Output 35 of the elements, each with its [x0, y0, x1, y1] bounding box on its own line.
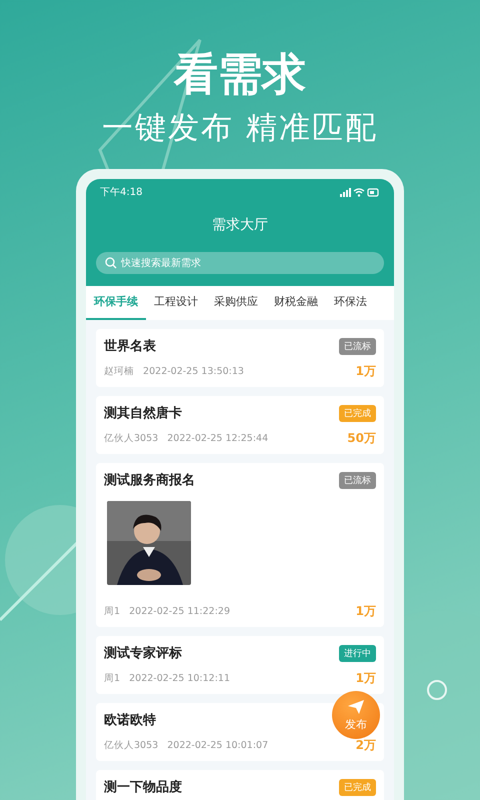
status-badge: 已流标: [339, 338, 376, 354]
status-badge: 进行中: [339, 644, 376, 662]
amount: 50万: [347, 430, 376, 447]
status-badge: 已完成: [339, 778, 376, 796]
search-input[interactable]: 快速搜索最新需求: [121, 255, 375, 271]
amount: 2万: [356, 737, 376, 754]
status-badge: 已完成: [339, 404, 376, 422]
amount: 1万: [356, 670, 376, 687]
category-tab[interactable]: 环保法: [326, 286, 375, 320]
tagline: 一键发布 精准匹配: [102, 109, 378, 148]
author-and-time: 周1 2022-02-25 10:12:11: [104, 672, 230, 685]
author-and-time: 赵珂楠 2022-02-25 13:50:13: [104, 365, 244, 378]
amount: 1万: [356, 603, 376, 620]
demand-title: 测试专家评标: [104, 644, 182, 662]
status-icons: [340, 188, 380, 196]
search-icon: [105, 257, 117, 269]
screen-title: 需求大厅: [211, 216, 269, 235]
search-field[interactable]: 快速搜索最新需求: [96, 252, 384, 274]
status-badge: 已流标: [339, 472, 376, 488]
category-tab[interactable]: 工程设计: [146, 286, 206, 320]
author-and-time: 亿伙人3053 2022-02-25 12:25:44: [104, 432, 268, 445]
demand-title: 测其自然唐卡: [104, 404, 182, 422]
demand-title: 测一下物品度: [104, 778, 182, 796]
demand-title: 测试服务商报名: [104, 472, 195, 489]
amount: 1万: [356, 363, 376, 380]
category-tab[interactable]: 财税金融: [266, 286, 326, 320]
headline: 看需求: [174, 48, 306, 102]
category-tab[interactable]: 采购供应: [206, 286, 266, 320]
send-icon: [347, 698, 365, 714]
author-and-time: 亿伙人3053 2022-02-25 10:01:07: [104, 739, 268, 752]
demand-title: 世界名表: [104, 338, 156, 355]
status-time: 下午4:18: [100, 186, 142, 199]
decor-ring: [427, 680, 447, 700]
demand-title: 欧诺欧特: [104, 712, 156, 729]
author-and-time: 周1 2022-02-25 11:22:29: [104, 605, 230, 618]
